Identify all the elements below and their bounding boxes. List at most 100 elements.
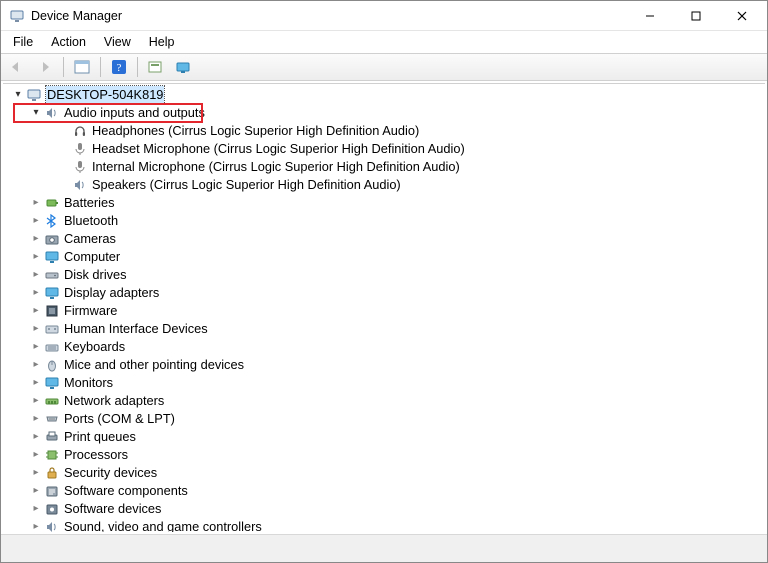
expand-icon[interactable] xyxy=(29,412,43,426)
category-item[interactable]: Security devices xyxy=(9,464,765,482)
device-tree[interactable]: DESKTOP-504K819 Audio inputs and outputs… xyxy=(3,84,765,532)
device-item[interactable]: Headphones (Cirrus Logic Superior High D… xyxy=(9,122,765,140)
category-item[interactable]: Processors xyxy=(9,446,765,464)
toolbar: ? xyxy=(1,53,767,81)
category-item[interactable]: Cameras xyxy=(9,230,765,248)
help-button[interactable]: ? xyxy=(107,56,131,78)
category-item[interactable]: Display adapters xyxy=(9,284,765,302)
category-icon xyxy=(44,501,60,517)
category-label: Firmware xyxy=(64,302,117,320)
close-button[interactable] xyxy=(719,1,765,31)
category-item[interactable]: Ports (COM & LPT) xyxy=(9,410,765,428)
expand-icon[interactable] xyxy=(29,502,43,516)
device-item[interactable]: Speakers (Cirrus Logic Superior High Def… xyxy=(9,176,765,194)
expand-icon[interactable] xyxy=(29,394,43,408)
category-icon xyxy=(44,249,60,265)
category-item[interactable]: Network adapters xyxy=(9,392,765,410)
category-item[interactable]: Mice and other pointing devices xyxy=(9,356,765,374)
expand-icon[interactable] xyxy=(29,466,43,480)
statusbar xyxy=(1,534,767,562)
device-label: Headphones (Cirrus Logic Superior High D… xyxy=(92,122,419,140)
category-label: Processors xyxy=(64,446,128,464)
category-item[interactable]: Computer xyxy=(9,248,765,266)
category-label: Security devices xyxy=(64,464,157,482)
category-icon xyxy=(44,213,60,229)
device-item[interactable]: Headset Microphone (Cirrus Logic Superio… xyxy=(9,140,765,158)
toolbar-separator xyxy=(63,57,64,77)
expand-icon[interactable] xyxy=(29,484,43,498)
expand-icon[interactable] xyxy=(29,358,43,372)
computer-icon xyxy=(26,87,42,103)
menu-file[interactable]: File xyxy=(5,33,41,51)
scan-hardware-button[interactable] xyxy=(144,56,168,78)
category-item[interactable]: Sound, video and game controllers xyxy=(9,518,765,532)
expand-icon xyxy=(57,178,71,192)
expand-icon[interactable] xyxy=(29,286,43,300)
category-icon xyxy=(44,429,60,445)
menu-help[interactable]: Help xyxy=(141,33,183,51)
category-icon xyxy=(44,465,60,481)
category-item[interactable]: Human Interface Devices xyxy=(9,320,765,338)
device-item[interactable]: Internal Microphone (Cirrus Logic Superi… xyxy=(9,158,765,176)
category-label: Cameras xyxy=(64,230,116,248)
expand-icon xyxy=(57,142,71,156)
category-item[interactable]: Keyboards xyxy=(9,338,765,356)
category-item[interactable]: Firmware xyxy=(9,302,765,320)
toolbar-separator xyxy=(100,57,101,77)
category-icon xyxy=(44,339,60,355)
tree-root[interactable]: DESKTOP-504K819 xyxy=(9,86,765,104)
speaker-icon xyxy=(72,177,88,193)
category-label: Display adapters xyxy=(64,284,159,302)
category-audio[interactable]: Audio inputs and outputs xyxy=(9,104,765,122)
device-manager-window: Device Manager File Action View Help xyxy=(0,0,768,563)
expand-icon[interactable] xyxy=(29,106,43,120)
category-item[interactable]: Software components xyxy=(9,482,765,500)
category-icon xyxy=(44,519,60,532)
category-item[interactable]: Batteries xyxy=(9,194,765,212)
category-item[interactable]: Monitors xyxy=(9,374,765,392)
expand-icon[interactable] xyxy=(11,88,25,102)
category-icon xyxy=(44,195,60,211)
content-area: DESKTOP-504K819 Audio inputs and outputs… xyxy=(3,83,765,532)
expand-icon[interactable] xyxy=(29,268,43,282)
expand-icon[interactable] xyxy=(29,430,43,444)
category-item[interactable]: Bluetooth xyxy=(9,212,765,230)
category-label: Audio inputs and outputs xyxy=(64,104,205,122)
expand-icon[interactable] xyxy=(29,214,43,228)
microphone-icon xyxy=(72,159,88,175)
expand-icon[interactable] xyxy=(29,232,43,246)
expand-icon[interactable] xyxy=(29,250,43,264)
tree-root-label: DESKTOP-504K819 xyxy=(46,86,164,104)
category-item[interactable]: Disk drives xyxy=(9,266,765,284)
expand-icon[interactable] xyxy=(29,304,43,318)
category-icon xyxy=(44,447,60,463)
expand-icon[interactable] xyxy=(29,520,43,532)
category-label: Software components xyxy=(64,482,188,500)
menu-action[interactable]: Action xyxy=(43,33,94,51)
menu-view[interactable]: View xyxy=(96,33,139,51)
expand-icon[interactable] xyxy=(29,448,43,462)
category-item[interactable]: Software devices xyxy=(9,500,765,518)
category-item[interactable]: Print queues xyxy=(9,428,765,446)
expand-icon[interactable] xyxy=(29,340,43,354)
headphones-icon xyxy=(72,123,88,139)
window-controls xyxy=(627,1,765,31)
menubar: File Action View Help xyxy=(1,31,767,53)
category-label: Computer xyxy=(64,248,120,266)
expand-icon[interactable] xyxy=(29,196,43,210)
expand-icon[interactable] xyxy=(29,376,43,390)
category-label: Human Interface Devices xyxy=(64,320,208,338)
back-button[interactable] xyxy=(5,56,29,78)
category-label: Network adapters xyxy=(64,392,164,410)
maximize-button[interactable] xyxy=(673,1,719,31)
update-driver-button[interactable] xyxy=(172,56,196,78)
expand-icon[interactable] xyxy=(29,322,43,336)
category-label: Mice and other pointing devices xyxy=(64,356,244,374)
app-icon xyxy=(9,8,25,24)
category-label: Software devices xyxy=(64,500,161,518)
forward-button[interactable] xyxy=(33,56,57,78)
category-icon xyxy=(44,483,60,499)
show-hide-console-button[interactable] xyxy=(70,56,94,78)
category-icon xyxy=(44,267,60,283)
minimize-button[interactable] xyxy=(627,1,673,31)
